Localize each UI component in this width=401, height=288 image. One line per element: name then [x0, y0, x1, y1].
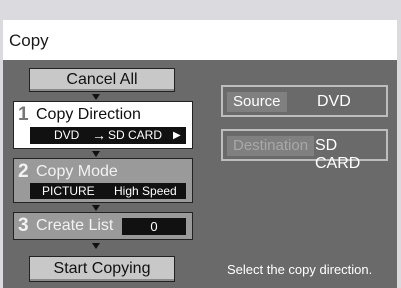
copy-panel: Cancel All 1 Copy Direction DVD → SD CAR…: [3, 60, 397, 288]
step-3-number: 3: [18, 215, 29, 236]
chevron-right-icon: ▶: [173, 130, 181, 141]
flow-arrow-icon: [92, 243, 100, 249]
title-bar: Copy: [3, 20, 397, 60]
step-2-label: Copy Mode: [36, 163, 118, 180]
list-count-value: 0: [122, 218, 186, 235]
step-1-label: Copy Direction: [36, 106, 141, 123]
mode-picture: PICTURE: [42, 184, 95, 198]
direction-dest: SD CARD: [108, 128, 163, 142]
cancel-all-label: Cancel All: [66, 71, 138, 88]
step-3-label: Create List: [36, 217, 114, 234]
step-1-number: 1: [18, 104, 29, 125]
step-copy-direction[interactable]: 1 Copy Direction DVD → SD CARD ▶: [13, 101, 193, 149]
list-count: 0: [150, 219, 158, 234]
source-value: DVD: [317, 93, 351, 110]
flow-arrow-icon: [92, 205, 100, 211]
destination-tag: Destination: [227, 136, 315, 156]
step-copy-mode[interactable]: 2 Copy Mode PICTURE High Speed: [13, 158, 193, 203]
flow-arrow-icon: [92, 151, 100, 157]
copy-mode-value[interactable]: PICTURE High Speed: [30, 183, 186, 199]
mode-speed: High Speed: [114, 184, 177, 198]
window-title: Copy: [9, 31, 49, 50]
flow-arrow-icon: [92, 94, 100, 100]
copy-direction-value[interactable]: DVD → SD CARD ▶: [30, 127, 186, 144]
direction-arrow-icon: →: [92, 127, 106, 143]
cancel-all-button[interactable]: Cancel All: [29, 68, 175, 92]
step-2-number: 2: [18, 161, 29, 182]
source-field: Source DVD: [221, 85, 388, 117]
hint-text: Select the copy direction.: [227, 262, 373, 277]
destination-field: Destination SD CARD: [221, 129, 388, 172]
start-copying-label: Start Copying: [53, 260, 151, 277]
destination-value: SD CARD: [315, 137, 361, 172]
start-copying-button[interactable]: Start Copying: [29, 256, 175, 282]
step-create-list[interactable]: 3 Create List 0: [13, 212, 193, 240]
source-tag: Source: [227, 92, 287, 112]
direction-source: DVD: [54, 128, 80, 142]
